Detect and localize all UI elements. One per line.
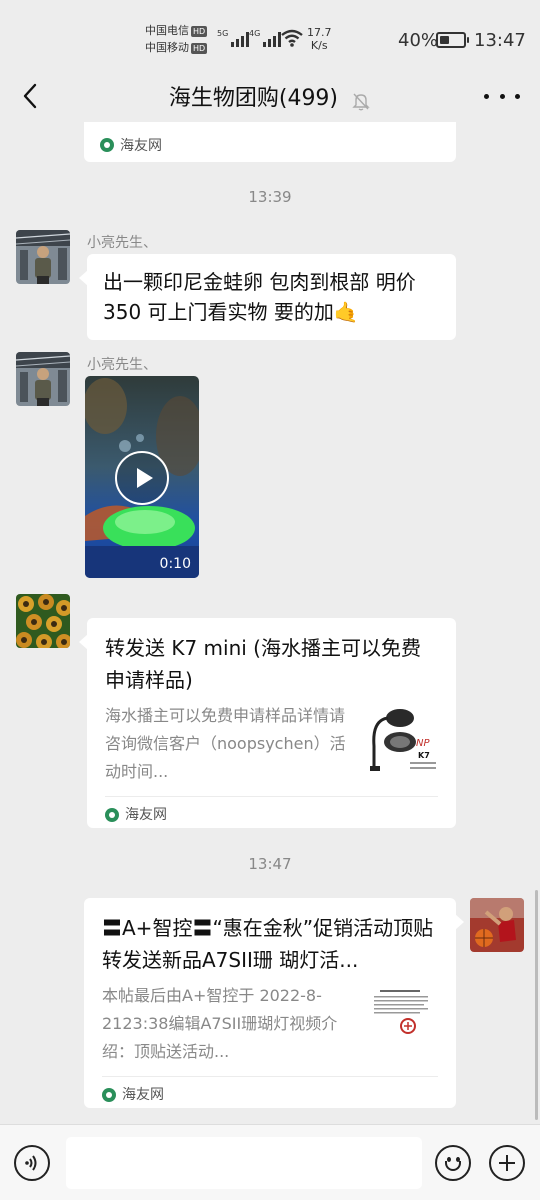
product-thumbnail: NP K7 [366, 706, 438, 778]
link-title: 转发送 K7 mini (海水播主可以免费申请样品) [105, 636, 421, 692]
avatar-gym-photo [16, 230, 70, 284]
more-dot [484, 93, 489, 99]
emoji: 🤙 [333, 300, 359, 324]
message-bubble[interactable]: 出一颗印尼金蛙卵 包肉到根部 明价 350 可上门看实物 要的加🤙 [79, 254, 456, 340]
sender-name: 小亮先生、 [87, 357, 157, 373]
message-input[interactable] [66, 1137, 422, 1189]
avatar-coral-photo [16, 594, 70, 648]
more-dot [515, 93, 520, 99]
message-text: 出一颗印尼金蛙卵 包肉到根部 明价 350 可上门看实物 要的加 [103, 270, 416, 324]
scrollbar[interactable] [535, 890, 538, 1120]
carrier-labels: 中国电信 HD 中国移动 HD [145, 22, 208, 56]
chat-list[interactable]: 海友网 13:39 小亮先生、 出一颗印尼金蛙卵 包肉到根部 明价 350 可上… [0, 122, 540, 1124]
link-desc-row: 海水播主可以免费申请样品详情请咨询微信客户（noopsychen）活动时间...… [105, 702, 438, 786]
emoji-button[interactable] [435, 1145, 471, 1181]
lamp-image: NP K7 [366, 706, 438, 778]
chat-header: 海生物团购(499) [0, 70, 540, 122]
promo-thumbnail [366, 986, 438, 1058]
card-source: 海友网 [102, 1077, 438, 1113]
signal-4g-icon: 4G [249, 29, 282, 47]
title-wrap: 海生物团购(499) [0, 80, 540, 112]
source-label: 海友网 [122, 1087, 164, 1103]
thumb-model: K7 [418, 751, 430, 760]
play-icon[interactable] [115, 451, 169, 505]
voice-icon [25, 1155, 37, 1171]
source-logo-icon [102, 1088, 116, 1102]
avatar-gym-photo [16, 352, 70, 406]
input-bar [0, 1124, 540, 1200]
more-dot [499, 93, 505, 99]
plus-button[interactable] [489, 1145, 525, 1181]
page-title: 海生物团购(499) [168, 86, 339, 111]
wifi-icon [281, 29, 303, 47]
link-description: 海水播主可以免费申请样品详情请咨询微信客户（noopsychen）活动时间... [105, 706, 346, 781]
link-card[interactable]: 转发送 K7 mini (海水播主可以免费申请样品) 海水播主可以免费申请样品详… [79, 618, 456, 828]
battery-percent: 40% [398, 30, 439, 51]
battery-icon [436, 32, 469, 48]
status-time: 13:47 [474, 30, 526, 51]
source-label: 海友网 [125, 807, 167, 823]
hd-badge-2: HD [191, 42, 208, 54]
carrier-1: 中国电信 [145, 24, 189, 37]
thumb-brand: NP [416, 738, 430, 749]
source-logo-icon [100, 138, 114, 152]
avatar-basketball-photo [470, 898, 524, 952]
video-message[interactable]: 0:10 [85, 376, 199, 578]
promo-image [366, 986, 438, 1058]
source-label: 海友网 [120, 138, 162, 154]
bell-off-icon [352, 93, 370, 110]
card-source: 海友网 [100, 135, 162, 155]
carrier-2: 中国移动 [145, 41, 189, 54]
timestamp: 13:47 [248, 855, 292, 873]
video-duration: 0:10 [159, 556, 191, 572]
avatar[interactable] [16, 230, 70, 284]
avatar[interactable] [16, 352, 70, 406]
hd-badge-1: HD [191, 25, 208, 37]
signal-5g-icon: 5G [217, 29, 250, 47]
smiley-mouth [445, 1161, 461, 1171]
sender-name: 小亮先生、 [87, 235, 157, 251]
link-card[interactable]: 〓A+智控〓“惠在金秋”促销活动顶贴转发送新品A7SII珊 瑚灯活... 本帖最… [84, 898, 464, 1108]
link-title: 〓A+智控〓“惠在金秋”促销活动顶贴转发送新品A7SII珊 瑚灯活... [102, 916, 434, 972]
source-logo-icon [105, 808, 119, 822]
link-card-previous[interactable]: 海友网 [84, 122, 456, 162]
avatar[interactable] [16, 594, 70, 648]
voice-button[interactable] [14, 1145, 50, 1181]
link-description: 本帖最后由A+智控于 2022-8-2123:38编辑A7SII珊瑚灯视频介绍：… [102, 986, 338, 1061]
network-speed: 17.7 K/s [307, 26, 332, 52]
timestamp: 13:39 [248, 188, 292, 206]
more-button[interactable] [484, 82, 520, 110]
status-bar: 中国电信 HD 中国移动 HD 5G 4G 17.7 K/s 40% 13:47 [0, 0, 540, 70]
card-source: 海友网 [105, 797, 438, 833]
link-desc-row: 本帖最后由A+智控于 2022-8-2123:38编辑A7SII珊瑚灯视频介绍：… [102, 982, 438, 1066]
my-avatar[interactable] [470, 898, 524, 952]
